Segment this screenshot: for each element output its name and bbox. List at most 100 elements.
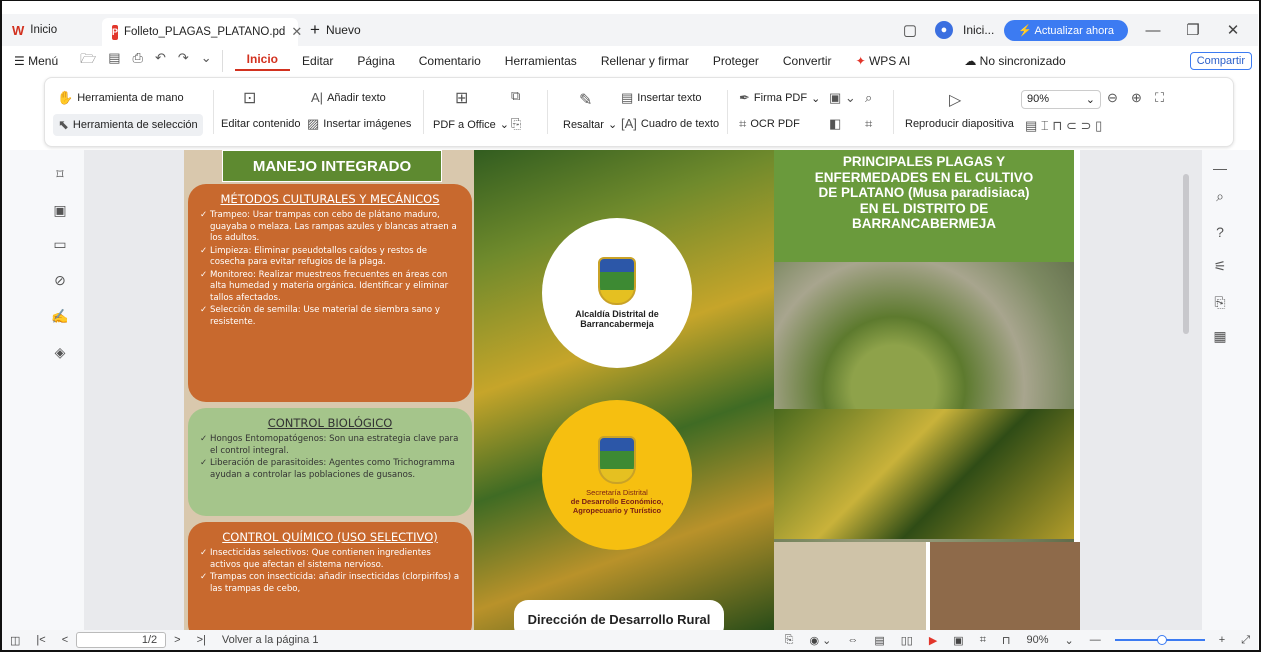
screenshot-icon[interactable]: ⌗ bbox=[972, 634, 994, 647]
tab-document[interactable]: P Folleto_PLAGAS_PLATANO.pd ✕ bbox=[102, 18, 302, 46]
zoom-out-button[interactable]: — bbox=[1082, 634, 1109, 646]
tab-proteger[interactable]: Proteger bbox=[701, 54, 771, 68]
collapse-icon[interactable]: — bbox=[1210, 160, 1230, 176]
compare-icon[interactable]: ◧ bbox=[829, 116, 841, 132]
leaf-disease-photo bbox=[774, 409, 1074, 539]
sidebar-toggle-icon[interactable]: ◫ bbox=[2, 634, 28, 647]
zoom-level[interactable]: 90% bbox=[1019, 634, 1057, 646]
grid-icon[interactable]: ▦ bbox=[1210, 328, 1230, 345]
tab-home[interactable]: W Inicio bbox=[2, 17, 102, 43]
restore-button[interactable]: ❐ bbox=[1178, 21, 1208, 39]
window-layout-icon[interactable]: ▢ bbox=[895, 21, 925, 39]
menu-button[interactable]: ☰ Menú bbox=[2, 54, 70, 68]
tab-herramientas[interactable]: Herramientas bbox=[493, 54, 589, 68]
fit-width-icon[interactable]: ⇔ bbox=[839, 634, 866, 646]
settings-sliders-icon[interactable]: ⚟ bbox=[1210, 258, 1230, 275]
play-icon[interactable]: ▷ bbox=[949, 90, 961, 110]
thumbnail-icon[interactable]: ▣ bbox=[50, 202, 70, 219]
add-text-button[interactable]: A| Añadir texto bbox=[311, 90, 386, 105]
highlight-button[interactable]: Resaltar ⌄ bbox=[563, 118, 617, 132]
pdf-office-icon[interactable]: ⊞ bbox=[455, 88, 468, 108]
title-line: BARRANCABERMEJA bbox=[851, 216, 996, 231]
close-tab-icon[interactable]: ✕ bbox=[291, 24, 302, 40]
tab-editar[interactable]: Editar bbox=[290, 54, 345, 68]
zoom-slider[interactable] bbox=[1114, 635, 1205, 645]
copy-icon[interactable]: ⎘ bbox=[511, 116, 521, 132]
help-icon[interactable]: ? bbox=[1210, 224, 1230, 240]
close-window-button[interactable]: ✕ bbox=[1218, 21, 1248, 39]
redo-icon[interactable]: ↷ bbox=[178, 50, 189, 72]
panel-manejo-integrado: MANEJO INTEGRADO MÉTODOS CULTURALES Y ME… bbox=[184, 150, 474, 630]
print-icon[interactable]: ⎙ bbox=[133, 50, 143, 72]
view-mode-icons[interactable]: ▤ ⌶ ⊓ ⊂ ⊃ ▯ bbox=[1025, 118, 1102, 134]
avatar[interactable]: ● bbox=[935, 21, 953, 39]
insert-images-button[interactable]: ▨ Insertar imágenes bbox=[307, 116, 411, 132]
chevron-down-icon[interactable]: ⌄ bbox=[1057, 634, 1082, 647]
zoom-in-button[interactable]: + bbox=[1211, 634, 1233, 646]
scrollbar-thumb[interactable] bbox=[1183, 174, 1189, 334]
vertical-scrollbar[interactable] bbox=[1180, 150, 1192, 630]
zoom-select[interactable]: 90% ⌄ bbox=[1021, 90, 1101, 109]
back-to-page-link[interactable]: Volver a la página 1 bbox=[214, 634, 327, 646]
open-folder-icon[interactable]: 🗁 bbox=[80, 50, 96, 72]
expand-icon[interactable]: ⤢ bbox=[1233, 634, 1258, 647]
next-page-icon[interactable]: > bbox=[166, 634, 188, 646]
search-icon[interactable]: ⌕ bbox=[865, 90, 872, 106]
undo-icon[interactable]: ↶ bbox=[155, 50, 166, 72]
minimize-button[interactable]: — bbox=[1138, 22, 1168, 39]
insert-text-button[interactable]: ▤ Insertar texto bbox=[621, 90, 702, 106]
image-tools-icon[interactable]: ▣ ⌄ bbox=[829, 90, 856, 106]
pdf-to-office-button[interactable]: PDF a Office ⌄ bbox=[433, 118, 509, 132]
edit-content-icon[interactable]: ⊡ bbox=[243, 88, 256, 108]
page-number-input[interactable]: 1/2 bbox=[76, 632, 167, 648]
zoom-in-icon[interactable]: ⊕ bbox=[1131, 90, 1142, 106]
single-page-icon[interactable]: ▤ bbox=[866, 634, 892, 647]
zoom-out-icon[interactable]: ⊖ bbox=[1107, 90, 1118, 106]
list-item: Trampeo: Usar trampas con cebo de plátan… bbox=[200, 210, 460, 245]
sign-pdf-button[interactable]: ✒ Firma PDF ⌄ bbox=[739, 90, 820, 106]
new-tab-button[interactable]: + Nuevo bbox=[310, 20, 361, 40]
document-canvas[interactable]: MANEJO INTEGRADO MÉTODOS CULTURALES Y ME… bbox=[84, 150, 1202, 630]
chevron-down-icon[interactable]: ⌄ bbox=[201, 50, 212, 72]
slideshow-button[interactable]: Reproducir diapositiva bbox=[905, 118, 1014, 130]
update-now-button[interactable]: ⚡ Actualizar ahora bbox=[1004, 19, 1128, 41]
select-tool-button[interactable]: ⬉ Herramienta de selección bbox=[53, 114, 203, 136]
save-icon[interactable]: ▤ bbox=[108, 50, 120, 72]
sync-status[interactable]: ☁ No sincronizado bbox=[952, 54, 1077, 68]
comment-icon[interactable]: ▭ bbox=[50, 236, 70, 253]
account-label[interactable]: Inici... bbox=[963, 23, 994, 37]
tab-inicio[interactable]: Inicio bbox=[234, 52, 291, 71]
insert-text-label: Insertar texto bbox=[637, 92, 702, 104]
translate-icon[interactable]: ⎘ bbox=[1210, 294, 1230, 311]
attachment-icon[interactable]: ⊘ bbox=[50, 272, 70, 289]
fit-icon[interactable]: ⛶ bbox=[1155, 90, 1164, 106]
prev-page-icon[interactable]: < bbox=[54, 634, 76, 646]
eye-icon[interactable]: ◉ ⌄ bbox=[801, 634, 839, 647]
fullscreen-icon[interactable]: ⊓ bbox=[994, 634, 1019, 647]
layers-icon[interactable]: ◈ bbox=[50, 344, 70, 361]
play-icon[interactable]: ▶ bbox=[921, 634, 945, 647]
edit-content-button[interactable]: Editar contenido bbox=[221, 118, 301, 130]
view-icon[interactable]: ▣ bbox=[945, 634, 971, 647]
two-page-icon[interactable]: ▯▯ bbox=[893, 634, 921, 647]
tab-wps-ai[interactable]: ✦ WPS AI bbox=[844, 54, 923, 68]
share-button[interactable]: Compartir bbox=[1189, 52, 1252, 70]
tab-comentario[interactable]: Comentario bbox=[407, 54, 493, 68]
tab-pagina[interactable]: Página bbox=[345, 54, 406, 68]
hand-tool-button[interactable]: ✋ Herramienta de mano bbox=[57, 90, 184, 106]
highlight-icon[interactable]: ✎ bbox=[579, 90, 592, 110]
text-box-button[interactable]: [A] Cuadro de texto bbox=[621, 116, 719, 131]
ocr-pdf-button[interactable]: ⌗ OCR PDF bbox=[739, 116, 800, 132]
crop-icon[interactable]: ⌗ bbox=[865, 116, 872, 132]
tab-rellenar-firmar[interactable]: Rellenar y firmar bbox=[589, 54, 701, 68]
text-box-label: Cuadro de texto bbox=[640, 117, 720, 130]
last-page-icon[interactable]: >| bbox=[189, 634, 214, 646]
export-icon[interactable]: ⎘ bbox=[777, 634, 802, 647]
select-tool-label: Herramienta de selección bbox=[72, 119, 198, 131]
first-page-icon[interactable]: |< bbox=[28, 634, 53, 646]
bookmark-icon[interactable]: ⌑ bbox=[50, 166, 70, 183]
convert-icon[interactable]: ⧉ bbox=[511, 88, 520, 104]
search-icon[interactable]: ⌕ bbox=[1210, 188, 1230, 205]
signature-icon[interactable]: ✍ bbox=[50, 308, 70, 325]
tab-convertir[interactable]: Convertir bbox=[771, 54, 844, 68]
